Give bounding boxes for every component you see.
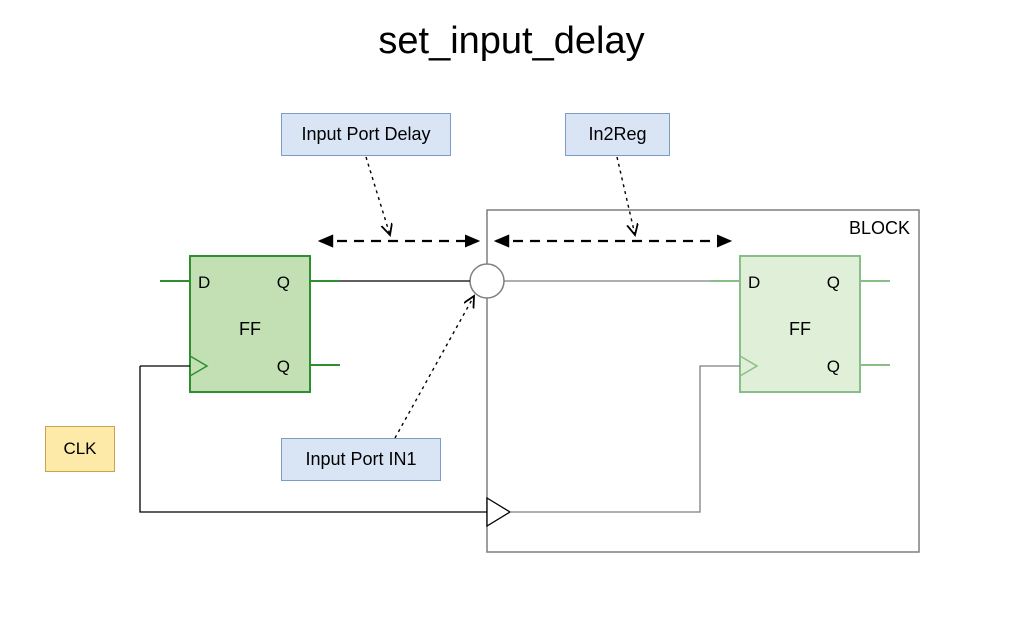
svg-text:Q: Q [827, 273, 840, 292]
svg-text:FF: FF [789, 319, 811, 339]
pointer-in2reg [617, 157, 635, 235]
svg-text:FF: FF [239, 319, 261, 339]
pointer-input-port-in1 [395, 296, 474, 438]
svg-text:Q: Q [277, 273, 290, 292]
flipflop-2: FF D Q Q [710, 256, 890, 392]
block-label: BLOCK [849, 218, 910, 238]
flipflop-1: FF D Q Q [160, 256, 340, 392]
clk-wire-inside [510, 366, 740, 512]
pointer-input-port-delay [366, 157, 390, 235]
svg-text:D: D [198, 273, 210, 292]
diagram-svg: BLOCK FF D Q Q FF D Q Q [0, 0, 1023, 624]
block-clock-triangle [487, 498, 510, 526]
port-circle [470, 264, 504, 298]
svg-text:Q: Q [277, 357, 290, 376]
svg-text:D: D [748, 273, 760, 292]
svg-text:Q: Q [827, 357, 840, 376]
